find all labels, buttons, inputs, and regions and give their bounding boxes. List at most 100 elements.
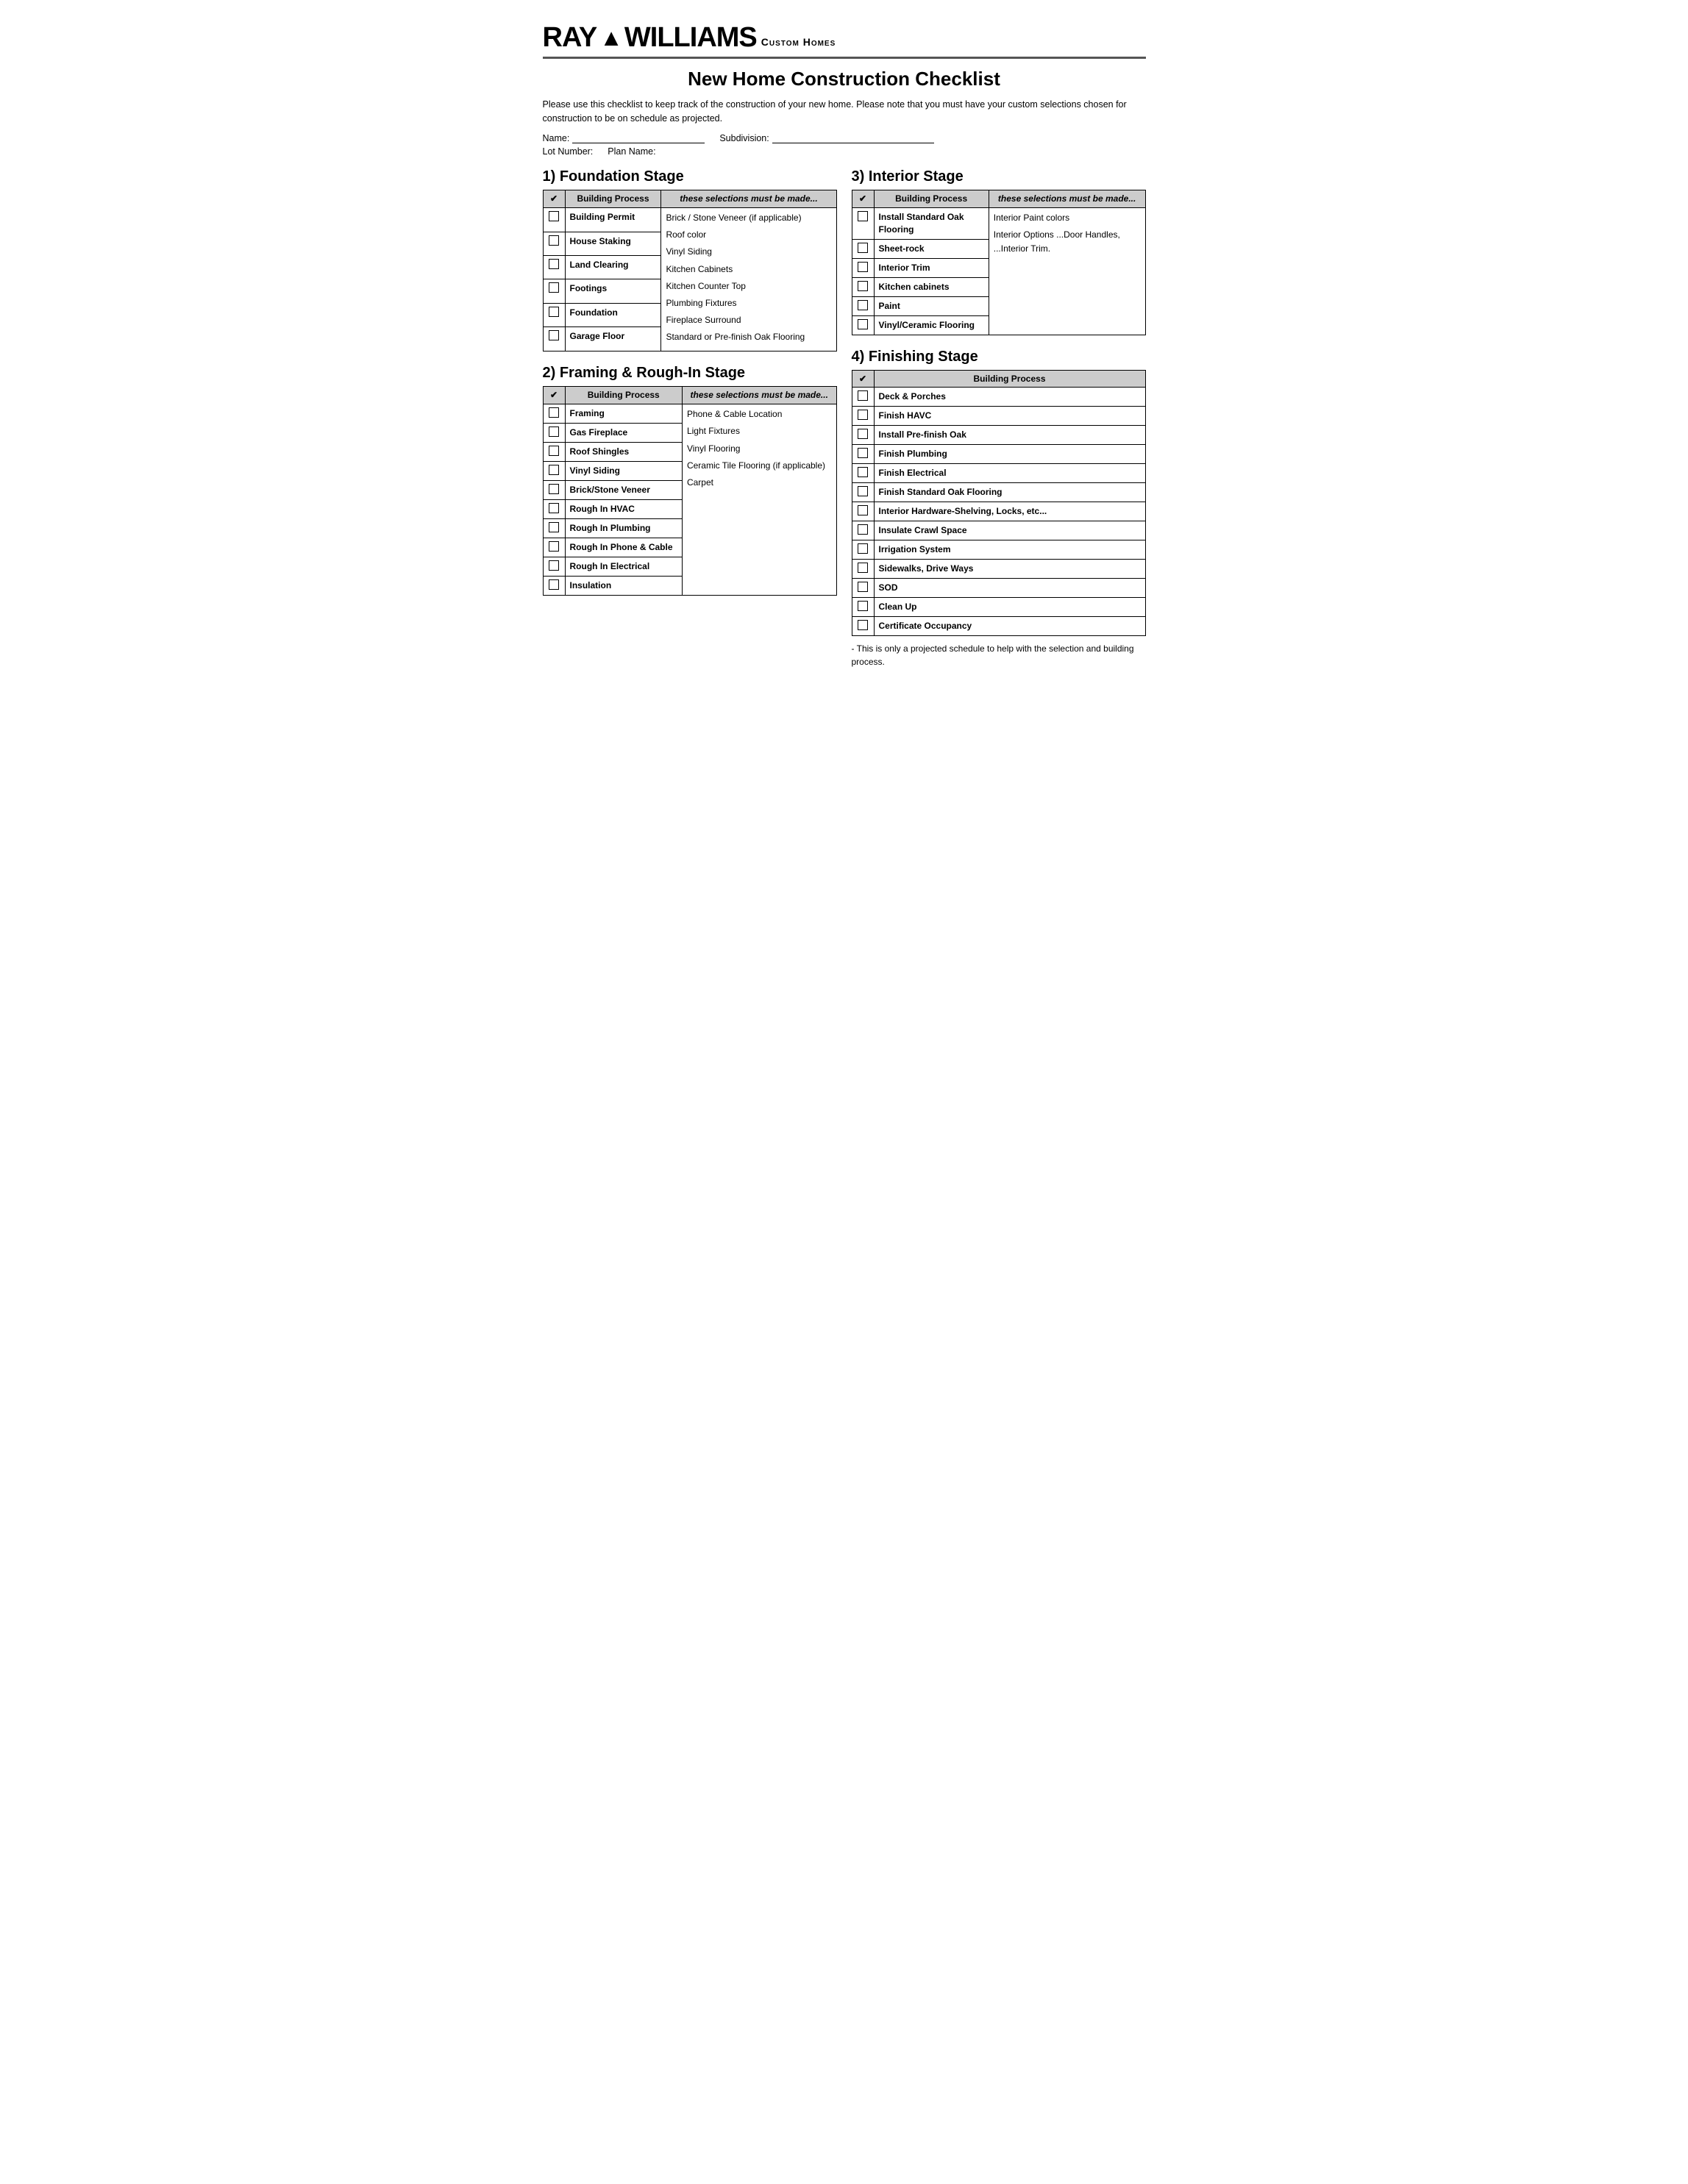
checkbox-cell[interactable]: [852, 482, 874, 502]
checkbox[interactable]: [858, 601, 868, 611]
subdivision-field[interactable]: Subdivision:: [719, 132, 933, 143]
table-row: FramingPhone & Cable LocationLight Fixtu…: [543, 404, 836, 424]
checkbox-cell[interactable]: [543, 462, 565, 481]
table-row: Finish Standard Oak Flooring: [852, 482, 1145, 502]
checkbox[interactable]: [858, 563, 868, 573]
checkbox[interactable]: [858, 390, 868, 401]
checkbox[interactable]: [858, 410, 868, 420]
checkbox-cell[interactable]: [852, 521, 874, 540]
checkbox-cell[interactable]: [852, 540, 874, 559]
checkbox[interactable]: [549, 235, 559, 246]
checkbox-cell[interactable]: [852, 425, 874, 444]
checkbox-cell[interactable]: [543, 303, 565, 326]
section3-title: 3) Interior Stage: [852, 168, 1146, 185]
checkbox-cell[interactable]: [852, 239, 874, 258]
checkbox-cell[interactable]: [543, 481, 565, 500]
checkbox-cell[interactable]: [543, 500, 565, 519]
section4-table: ✔ Building Process Deck & PorchesFinish …: [852, 370, 1146, 636]
checkbox-cell[interactable]: [852, 616, 874, 635]
checkbox-cell[interactable]: [543, 279, 565, 303]
checkbox[interactable]: [549, 259, 559, 269]
table-row: Interior Hardware-Shelving, Locks, etc..…: [852, 502, 1145, 521]
checkbox-cell[interactable]: [852, 208, 874, 240]
checkbox[interactable]: [549, 541, 559, 552]
checkbox-cell[interactable]: [852, 597, 874, 616]
process-cell: Foundation: [565, 303, 661, 326]
checkbox-cell[interactable]: [852, 502, 874, 521]
process-cell: Footings: [565, 279, 661, 303]
checkbox-cell[interactable]: [852, 463, 874, 482]
checkbox[interactable]: [549, 427, 559, 437]
section3-table: ✔ Building Process these selections must…: [852, 190, 1146, 335]
checkbox[interactable]: [858, 467, 868, 477]
checkbox[interactable]: [858, 582, 868, 592]
checkbox[interactable]: [858, 281, 868, 291]
checkbox-cell[interactable]: [543, 404, 565, 424]
checkbox-cell[interactable]: [852, 296, 874, 315]
checkbox[interactable]: [549, 579, 559, 590]
form-fields-row1: Name: Subdivision:: [543, 132, 1146, 143]
process-cell: Irrigation System: [874, 540, 1145, 559]
process-cell: Gas Fireplace: [565, 424, 682, 443]
checkbox[interactable]: [858, 543, 868, 554]
process-cell: Rough In Phone & Cable: [565, 538, 682, 557]
process-cell: Interior Trim: [874, 258, 989, 277]
left-column: 1) Foundation Stage ✔ Building Process t…: [543, 168, 837, 610]
checkbox[interactable]: [549, 560, 559, 571]
checkbox-cell[interactable]: [543, 424, 565, 443]
checkbox-cell[interactable]: [543, 327, 565, 351]
checkbox[interactable]: [549, 330, 559, 340]
col-check-header3: ✔: [852, 190, 874, 208]
checkbox-cell[interactable]: [543, 255, 565, 279]
checkbox[interactable]: [858, 448, 868, 458]
name-field[interactable]: Name:: [543, 132, 705, 143]
checkbox[interactable]: [858, 243, 868, 253]
checkbox-cell[interactable]: [543, 232, 565, 255]
checkbox-cell[interactable]: [543, 443, 565, 462]
process-cell: Insulation: [565, 577, 682, 596]
checkbox[interactable]: [858, 524, 868, 535]
checkbox-cell[interactable]: [852, 444, 874, 463]
process-cell: Rough In HVAC: [565, 500, 682, 519]
checkbox[interactable]: [858, 211, 868, 221]
checkbox-cell[interactable]: [852, 277, 874, 296]
checkbox[interactable]: [858, 262, 868, 272]
checkbox[interactable]: [549, 503, 559, 513]
checkbox[interactable]: [549, 446, 559, 456]
form-fields-row2: Lot Number: Plan Name:: [543, 146, 1146, 157]
checkbox-cell[interactable]: [852, 559, 874, 578]
checkbox-cell[interactable]: [852, 578, 874, 597]
checkbox-cell[interactable]: [852, 406, 874, 425]
logo-williams: WILLIAMS: [624, 22, 757, 54]
subdivision-input[interactable]: [772, 132, 934, 143]
checkbox[interactable]: [858, 429, 868, 439]
logo-area: RAY ▲ WILLIAMS Custom Homes: [543, 22, 1146, 54]
checkbox[interactable]: [549, 307, 559, 317]
checkbox[interactable]: [549, 465, 559, 475]
checkbox[interactable]: [858, 620, 868, 630]
checkbox-cell[interactable]: [543, 538, 565, 557]
checkbox-cell[interactable]: [543, 577, 565, 596]
checkbox-cell[interactable]: [852, 315, 874, 335]
checkbox-cell[interactable]: [852, 387, 874, 406]
checkbox-cell[interactable]: [543, 208, 565, 232]
checkbox-cell[interactable]: [543, 557, 565, 577]
plan-field[interactable]: Plan Name:: [608, 146, 655, 157]
checkbox-cell[interactable]: [852, 258, 874, 277]
checkbox[interactable]: [858, 486, 868, 496]
lot-field[interactable]: Lot Number:: [543, 146, 594, 157]
checkbox[interactable]: [858, 505, 868, 515]
footer-note: - This is only a projected schedule to h…: [852, 642, 1146, 668]
checkbox[interactable]: [549, 522, 559, 532]
process-cell: Finish Plumbing: [874, 444, 1145, 463]
checkbox[interactable]: [549, 211, 559, 221]
process-cell: Land Clearing: [565, 255, 661, 279]
checkbox-cell[interactable]: [543, 519, 565, 538]
checkbox[interactable]: [549, 407, 559, 418]
col-process-header3: Building Process: [874, 190, 989, 208]
checkbox[interactable]: [858, 300, 868, 310]
checkbox[interactable]: [858, 319, 868, 329]
name-input[interactable]: [572, 132, 705, 143]
checkbox[interactable]: [549, 282, 559, 293]
checkbox[interactable]: [549, 484, 559, 494]
